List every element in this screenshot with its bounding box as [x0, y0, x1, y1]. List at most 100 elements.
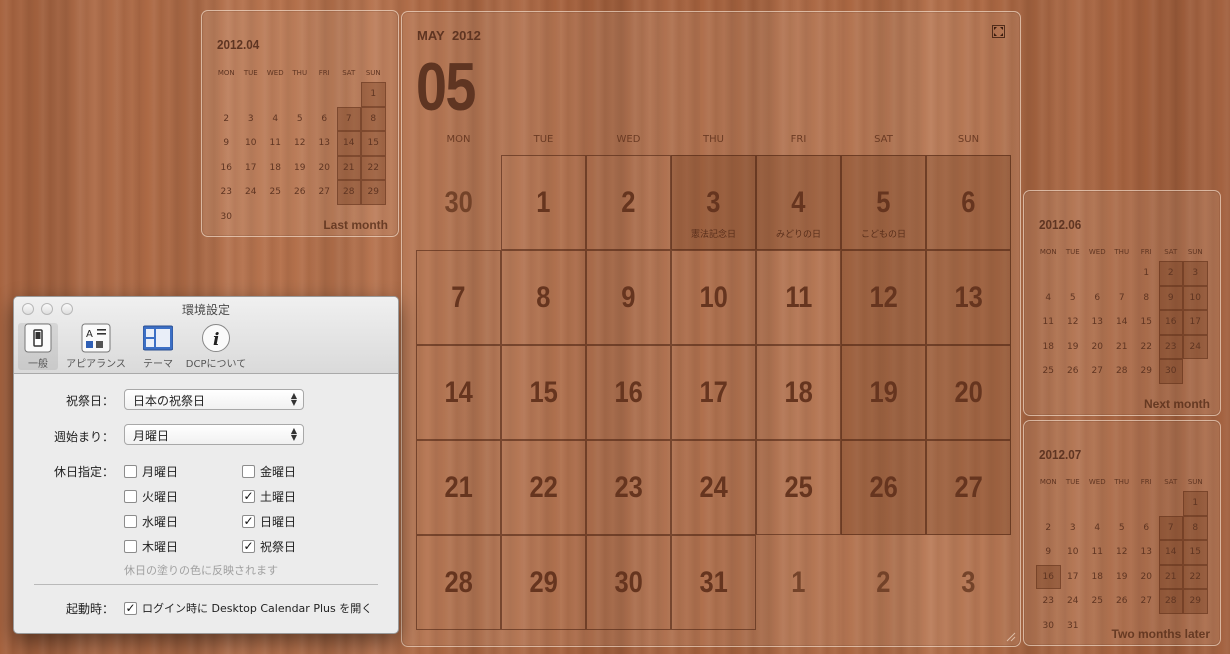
main-weekday-header: MON TUE WED THU FRI SAT SUN	[416, 134, 1011, 145]
day-cell[interactable]: 5 こどもの日	[841, 155, 926, 250]
day-number: 19	[869, 375, 898, 409]
day-number: 10	[699, 280, 728, 314]
day-cell[interactable]: 2	[586, 155, 671, 250]
last-month-panel[interactable]: 2012.04 MON TUE WED THU FRI SAT SUN 1234…	[201, 10, 399, 237]
day-cell[interactable]: 27	[926, 440, 1011, 535]
mini-day-cell: 14	[1158, 540, 1183, 565]
startup-checkbox[interactable]: ✓	[124, 601, 137, 615]
holiday-select[interactable]: 日本の祝祭日 ▲ ▼	[124, 389, 304, 410]
day-cell[interactable]: 26	[841, 440, 926, 535]
day-cell[interactable]: 31	[671, 535, 756, 630]
mini-day-cell: 28	[1116, 366, 1128, 377]
mini-day-cell	[312, 82, 337, 107]
mini-day-cell: 25	[269, 187, 281, 198]
day-off-option[interactable]: 木曜日	[124, 538, 178, 555]
svg-text:A: A	[86, 329, 93, 340]
day-cell[interactable]: 23	[586, 440, 671, 535]
next-month-panel[interactable]: 2012.06 MON TUE WED THU FRI SAT SUN 1234…	[1023, 190, 1221, 416]
mini-day-cell: 5	[1118, 522, 1125, 533]
day-cell[interactable]: 15	[501, 345, 586, 440]
two-months-caption: Two months later	[1111, 627, 1210, 641]
checkbox[interactable]: ✓	[242, 490, 255, 503]
day-cell[interactable]: 24	[671, 440, 756, 535]
checkbox[interactable]: ✓	[242, 540, 255, 553]
mini-day-cell: 14	[336, 131, 361, 156]
mini-day-cell: 22	[1183, 564, 1208, 589]
day-off-option[interactable]: ✓ 土曜日	[242, 488, 296, 505]
day-cell[interactable]: 6	[926, 155, 1011, 250]
day-cell[interactable]: 17	[671, 345, 756, 440]
mini-day-cell: 18	[1091, 571, 1103, 582]
day-cell[interactable]: 25	[756, 440, 841, 535]
resize-grip-icon[interactable]	[1004, 630, 1016, 642]
checkbox[interactable]	[124, 490, 137, 503]
checkbox[interactable]: ✓	[242, 515, 255, 528]
day-cell[interactable]: 30	[586, 535, 671, 630]
day-cell[interactable]: 3 憲法記念日	[671, 155, 756, 250]
two-months-panel[interactable]: 2012.07 MON TUE WED THU FRI SAT SUN 1234…	[1023, 420, 1221, 646]
day-number: 14	[444, 375, 473, 409]
startup-option[interactable]: ✓ ログイン時に Desktop Calendar Plus を開く	[124, 600, 372, 616]
mini-day-cell: 27	[1140, 596, 1152, 607]
last-month-title: 2012.04	[217, 37, 260, 52]
mini-day-cell: 8	[1143, 292, 1150, 303]
day-cell[interactable]: 13	[926, 250, 1011, 345]
day-cell[interactable]: 28	[416, 535, 501, 630]
day-cell[interactable]: 3	[926, 535, 1011, 630]
day-off-option[interactable]: 火曜日	[124, 488, 178, 505]
mini-day-cell: 13	[1091, 317, 1103, 328]
tab-appearance[interactable]: A アピアランス	[62, 323, 130, 370]
day-cell[interactable]: 29	[501, 535, 586, 630]
day-cell[interactable]: 22	[501, 440, 586, 535]
mini-day-cell: 6	[1143, 522, 1150, 533]
mini-day-cell: 4	[272, 113, 279, 124]
day-off-option[interactable]: 水曜日	[124, 513, 178, 530]
mini-day-cell: 6	[321, 113, 328, 124]
tab-general[interactable]: 一般	[18, 323, 58, 370]
holiday-name: 憲法記念日	[690, 230, 736, 240]
last-month-caption: Last month	[323, 218, 388, 232]
day-cell[interactable]: 4 みどりの日	[756, 155, 841, 250]
day-cell[interactable]: 9	[586, 250, 671, 345]
weekday-thu: THU	[1114, 478, 1130, 486]
day-off-option[interactable]: 月曜日	[124, 463, 178, 480]
checkbox[interactable]	[124, 465, 137, 478]
day-cell[interactable]: 7	[416, 250, 501, 345]
day-cell[interactable]: 14	[416, 345, 501, 440]
day-cell[interactable]: 19	[841, 345, 926, 440]
expand-icon[interactable]	[992, 25, 1005, 38]
day-cell[interactable]: 18	[756, 345, 841, 440]
day-off-option[interactable]: 金曜日	[242, 463, 296, 480]
day-off-option[interactable]: ✓ 日曜日	[242, 513, 296, 530]
month-number: 05	[416, 49, 476, 125]
tab-about[interactable]: i DCPについて	[182, 323, 250, 370]
day-cell[interactable]: 30	[416, 155, 501, 250]
checkbox[interactable]	[242, 465, 255, 478]
day-cell[interactable]: 1	[501, 155, 586, 250]
day-cell[interactable]: 11	[756, 250, 841, 345]
day-cell[interactable]: 2	[841, 535, 926, 630]
day-cell[interactable]: 16	[586, 345, 671, 440]
day-number: 25	[784, 470, 813, 504]
mini-day-cell: 30	[1158, 359, 1183, 384]
checkbox[interactable]	[124, 515, 137, 528]
day-number: 16	[614, 375, 643, 409]
day-cell[interactable]: 1	[756, 535, 841, 630]
day-cell[interactable]: 8	[501, 250, 586, 345]
day-cell[interactable]: 21	[416, 440, 501, 535]
main-month-panel[interactable]: MAY 2012 05 MON TUE WED THU FRI SAT SUN …	[401, 11, 1021, 647]
mini-day-cell: 26	[294, 187, 306, 198]
mini-day-cell: 29	[1140, 366, 1152, 377]
tab-general-label: 一般	[28, 359, 48, 370]
day-cell[interactable]: 12	[841, 250, 926, 345]
checkbox[interactable]	[124, 540, 137, 553]
day-number: 15	[529, 375, 558, 409]
mini-day-cell: 15	[1140, 317, 1152, 328]
switch-icon	[24, 323, 52, 353]
day-cell[interactable]: 10	[671, 250, 756, 345]
checkbox-label: 祝祭日	[260, 540, 297, 554]
week-start-select[interactable]: 月曜日 ▲ ▼	[124, 424, 304, 445]
day-off-option[interactable]: ✓ 祝祭日	[242, 538, 296, 555]
day-cell[interactable]: 20	[926, 345, 1011, 440]
day-number: 29	[529, 565, 558, 599]
